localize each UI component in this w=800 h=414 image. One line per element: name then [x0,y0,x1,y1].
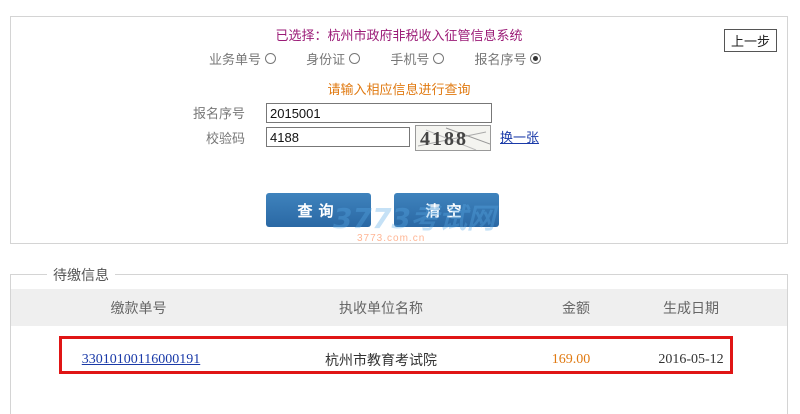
radio-button[interactable] [349,53,361,64]
reg-no-label: 报名序号 [192,107,245,122]
col-amount: 金额 [562,300,590,317]
option-phone[interactable]: 手机号 [390,49,445,68]
option-registration-no[interactable]: 报名序号 [474,49,542,68]
watermark-logo: 3773考试网 [333,202,495,235]
option-business-no[interactable]: 业务单号 [209,49,277,68]
pending-payments: 待缴信息 缴款单号 执收单位名称 金额 生成日期 330101001160001… [10,265,788,414]
pending-legend: 待缴信息 [47,265,115,285]
selected-system-label: 已选择：杭州市政府非税收入征管信息系统 [275,29,523,44]
radio-button-checked[interactable] [530,53,542,64]
option-id-card[interactable]: 身份证 [306,49,361,68]
option-label: 身份证 [306,53,346,68]
captcha-text: 4188 [420,128,468,150]
reg-no-input[interactable] [266,103,492,123]
table-header: 缴款单号 执收单位名称 金额 生成日期 [11,289,787,326]
query-panel: 已选择：杭州市政府非税收入征管信息系统 上一步 业务单号 身份证 手机号 报名序… [10,16,788,244]
row-highlight-box [59,336,733,374]
option-label: 业务单号 [209,53,262,68]
captcha-label: 校验码 [205,132,245,147]
option-label: 报名序号 [474,53,527,68]
option-label: 手机号 [390,53,430,68]
refresh-captcha-link[interactable]: 换一张 [500,127,539,146]
captcha-input[interactable] [266,127,410,147]
radio-button[interactable] [265,53,277,64]
back-button[interactable]: 上一步 [723,29,777,52]
col-unit-name: 执收单位名称 [339,300,423,317]
col-date: 生成日期 [663,300,719,317]
query-type-options: 业务单号 身份证 手机号 报名序号 [209,49,567,68]
watermark-url: 3773.com.cn [357,233,426,244]
radio-button[interactable] [433,53,445,64]
query-hint: 请输入相应信息进行查询 [327,83,471,98]
captcha-image[interactable]: 4188 [415,125,491,151]
col-order-no: 缴款单号 [110,300,167,317]
